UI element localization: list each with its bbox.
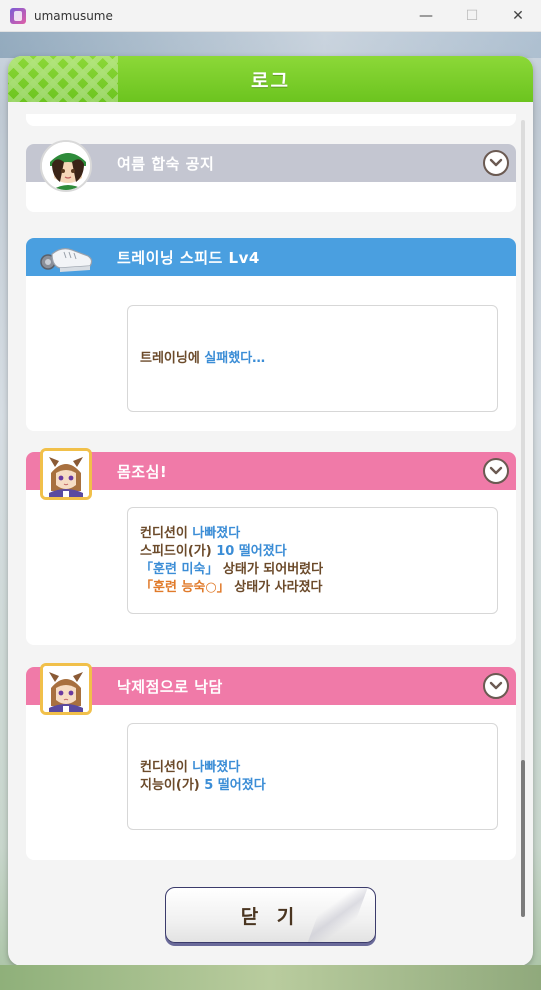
minimize-button[interactable]: — [403,0,449,32]
close-button-label: 닫 기 [240,905,301,928]
scrollbar-thumb[interactable] [521,760,525,917]
horse-girl-portrait-icon [40,663,92,715]
log-card-title: 여름 합숙 공지 [117,154,215,173]
log-card-title: 몸조심! [117,462,168,481]
log-message: 컨디션이 나빠졌다 지능이(가) 5 떨어졌다 [127,723,498,830]
log-card-header: 트레이닝 스피드 Lv4 [26,238,516,276]
log-card-header[interactable]: 몸조심! [26,448,516,500]
log-list[interactable]: 여름 합숙 공지 트레이닝 스피드 Lv4 트레이닝에 실패했다… 몸조심! 컨… [16,114,525,919]
log-message: 트레이닝에 실패했다… [127,305,498,412]
window-close-button[interactable]: ✕ [495,0,541,32]
log-dialog: 로그 여름 합숙 공지 트레이닝 스피드 Lv4 트레이닝에 실패했다… 몸조심… [8,56,533,966]
log-card: 낙제점으로 낙담 컨디션이 나빠졌다 지능이(가) 5 떨어졌다 [26,663,516,860]
maximize-button[interactable]: ☐ [449,0,495,32]
trainer-portrait-icon [40,140,92,192]
dialog-title: 로그 [251,69,290,92]
scrollbar[interactable] [521,120,525,917]
log-card-title: 트레이닝 스피드 Lv4 [117,248,260,267]
log-card-title: 낙제점으로 낙담 [117,677,223,696]
previous-card-bottom [26,114,516,126]
message-line: 트레이닝에 실패했다… [140,350,266,366]
dialog-header: 로그 [8,56,533,102]
horse-girl-portrait-icon [40,448,92,500]
message-line: 스피드이(가) 10 떨어졌다 [140,543,287,559]
log-message: 컨디션이 나빠졌다 스피드이(가) 10 떨어졌다 「훈련 미숙」 상태가 되어… [127,507,498,614]
log-card: 몸조심! 컨디션이 나빠졌다 스피드이(가) 10 떨어졌다 「훈련 미숙」 상… [26,448,516,645]
window-titlebar: umamusume — ☐ ✕ [0,0,541,32]
log-card: 여름 합숙 공지 [26,140,516,212]
message-line: 컨디션이 나빠졌다 [140,759,241,775]
header-pattern [8,56,118,102]
message-line: 지능이(가) 5 떨어졌다 [140,777,266,793]
chevron-down-icon[interactable] [483,150,509,176]
log-card-header[interactable]: 여름 합숙 공지 [26,140,516,192]
message-line: 「훈련 능숙○」 상태가 사라졌다 [140,579,323,595]
log-card: 트레이닝 스피드 Lv4 트레이닝에 실패했다… [26,238,516,431]
message-line: 컨디션이 나빠졌다 [140,525,241,541]
app-title: umamusume [34,8,113,23]
app-icon [10,7,26,24]
chevron-down-icon[interactable] [483,673,509,699]
log-card-header[interactable]: 낙제점으로 낙담 [26,663,516,715]
shoe-icon [40,248,93,272]
message-line: 「훈련 미숙」 상태가 되어버렸다 [140,561,324,577]
game-ground [0,965,541,990]
close-button[interactable]: 닫 기 [165,887,376,943]
chevron-down-icon[interactable] [483,458,509,484]
